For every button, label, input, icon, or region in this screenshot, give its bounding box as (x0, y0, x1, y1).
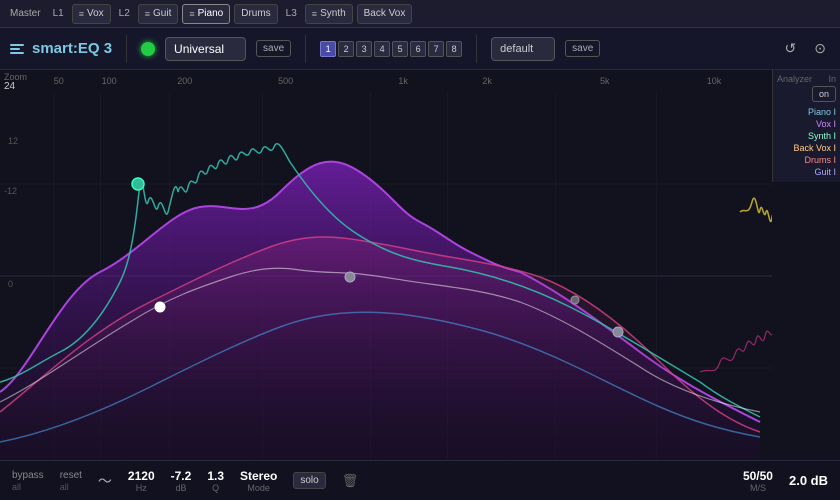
mode-unit: Mode (247, 483, 270, 493)
l1-label: L1 (49, 8, 68, 19)
q-unit: Q (212, 483, 219, 493)
vox-track-btn[interactable]: ≡ Vox (72, 4, 111, 24)
channel-piano: Piano I (777, 106, 836, 118)
bypass-sub: all (12, 482, 44, 492)
logo-lines-icon (10, 44, 24, 54)
freq-5k: 5k (600, 76, 610, 86)
q-value: 1.3 (207, 469, 224, 483)
mode-display: Stereo Mode (240, 469, 277, 493)
separator-1 (126, 35, 127, 63)
in-label: In (828, 74, 836, 84)
band-buttons-group: 1 2 3 4 5 6 7 8 (320, 41, 462, 57)
eq-area: Zoom 24 50 100 200 500 1k 2k 5k 10k -12 (0, 70, 840, 460)
channel-drums: Drums I (777, 154, 836, 166)
drums-track-btn[interactable]: Drums (234, 4, 277, 24)
freq-1k: 1k (398, 76, 408, 86)
app-logo: smart:EQ 3 (10, 40, 112, 57)
svg-text:-12: -12 (4, 186, 17, 196)
band-btn-7[interactable]: 7 (428, 41, 444, 57)
band-btn-6[interactable]: 6 (410, 41, 426, 57)
svg-text:0: 0 (8, 279, 13, 289)
svg-text:12: 12 (8, 136, 18, 146)
l3-label: L3 (282, 8, 301, 19)
freq-ruler: Zoom 24 50 100 200 500 1k 2k 5k 10k (0, 70, 840, 92)
channel-guit: Guit I (777, 166, 836, 178)
profile-select[interactable]: Universal (165, 37, 246, 61)
q-display: 1.3 Q (207, 469, 224, 493)
freq-2k: 2k (482, 76, 492, 86)
save-button-1[interactable]: save (256, 40, 291, 57)
solo-btn[interactable]: solo (293, 472, 325, 489)
power-indicator[interactable] (141, 42, 155, 56)
reset-btn[interactable]: reset (60, 470, 82, 481)
band-btn-3[interactable]: 3 (356, 41, 372, 57)
lines-icon2: ≡ (145, 9, 150, 19)
band-btn-4[interactable]: 4 (374, 41, 390, 57)
freq-200: 200 (177, 76, 192, 86)
band-btn-1[interactable]: 1 (320, 41, 336, 57)
db-display: -7.2 dB (171, 469, 192, 493)
freq-value: 2120 (128, 469, 155, 483)
default-select[interactable]: default (491, 37, 555, 61)
app-title: smart:EQ 3 (32, 40, 112, 57)
freq-display: 2120 Hz (128, 469, 155, 493)
band-btn-5[interactable]: 5 (392, 41, 408, 57)
separator-2 (305, 35, 306, 63)
undo-button[interactable]: ↺ (781, 38, 801, 59)
backvox-track-btn[interactable]: Back Vox (357, 4, 413, 24)
separator-3 (476, 35, 477, 63)
status-bar: bypass all reset all 〜 2120 Hz -7.2 dB 1… (0, 460, 840, 500)
gain-display: 2.0 dB (789, 473, 828, 488)
db-value: -7.2 (171, 469, 192, 483)
freq-500: 500 (278, 76, 293, 86)
freq-50: 50 (54, 76, 64, 86)
reset-sub: all (60, 482, 82, 492)
channel-vox: Vox I (777, 118, 836, 130)
main-toolbar: smart:EQ 3 Universal save 1 2 3 4 5 6 7 … (0, 28, 840, 70)
piano-track-btn[interactable]: ≡ Piano (182, 4, 230, 24)
synth-track-btn[interactable]: ≡ Synth (305, 4, 353, 24)
zoom-value: 24 (4, 81, 15, 92)
channel-synth: Synth I (777, 130, 836, 142)
guit-track-btn[interactable]: ≡ Guit (138, 4, 179, 24)
lines-icon4: ≡ (312, 9, 317, 19)
analyzer-panel: Analyzer In on Piano I Vox I Synth I Bac… (772, 70, 840, 182)
analyzer-label: Analyzer (777, 74, 812, 84)
ratio-value: 50/50 (743, 469, 773, 483)
gain-value: 2.0 dB (789, 473, 828, 488)
analyzer-on-btn[interactable]: on (812, 86, 836, 102)
lines-icon: ≡ (79, 9, 84, 19)
db-unit: dB (175, 483, 186, 493)
redo-button[interactable]: ⊙ (810, 38, 830, 59)
ratio-display: 50/50 M/S (743, 469, 773, 493)
ratio-unit: M/S (750, 483, 766, 493)
l2-label: L2 (115, 8, 134, 19)
waveform-icon: 〜 (98, 471, 112, 491)
reset-group: reset all (60, 470, 82, 492)
freq-unit: Hz (136, 483, 147, 493)
channel-list: Piano I Vox I Synth I Back Vox I Drums I… (777, 106, 836, 178)
bypass-group: bypass all (12, 470, 44, 492)
mode-value: Stereo (240, 469, 277, 483)
band-btn-2[interactable]: 2 (338, 41, 354, 57)
save-button-2[interactable]: save (565, 40, 600, 57)
band-btn-8[interactable]: 8 (446, 41, 462, 57)
trash-icon[interactable]: 🗑 (342, 473, 359, 489)
lines-icon3: ≡ (189, 9, 194, 19)
freq-100: 100 (102, 76, 117, 86)
master-label: Master (6, 8, 45, 19)
bypass-btn[interactable]: bypass (12, 470, 44, 481)
track-bar: Master L1 ≡ Vox L2 ≡ Guit ≡ Piano Drums … (0, 0, 840, 28)
eq-curves-svg: -12 0 12 (0, 92, 772, 460)
channel-backvox: Back Vox I (777, 142, 836, 154)
freq-10k: 10k (707, 76, 722, 86)
